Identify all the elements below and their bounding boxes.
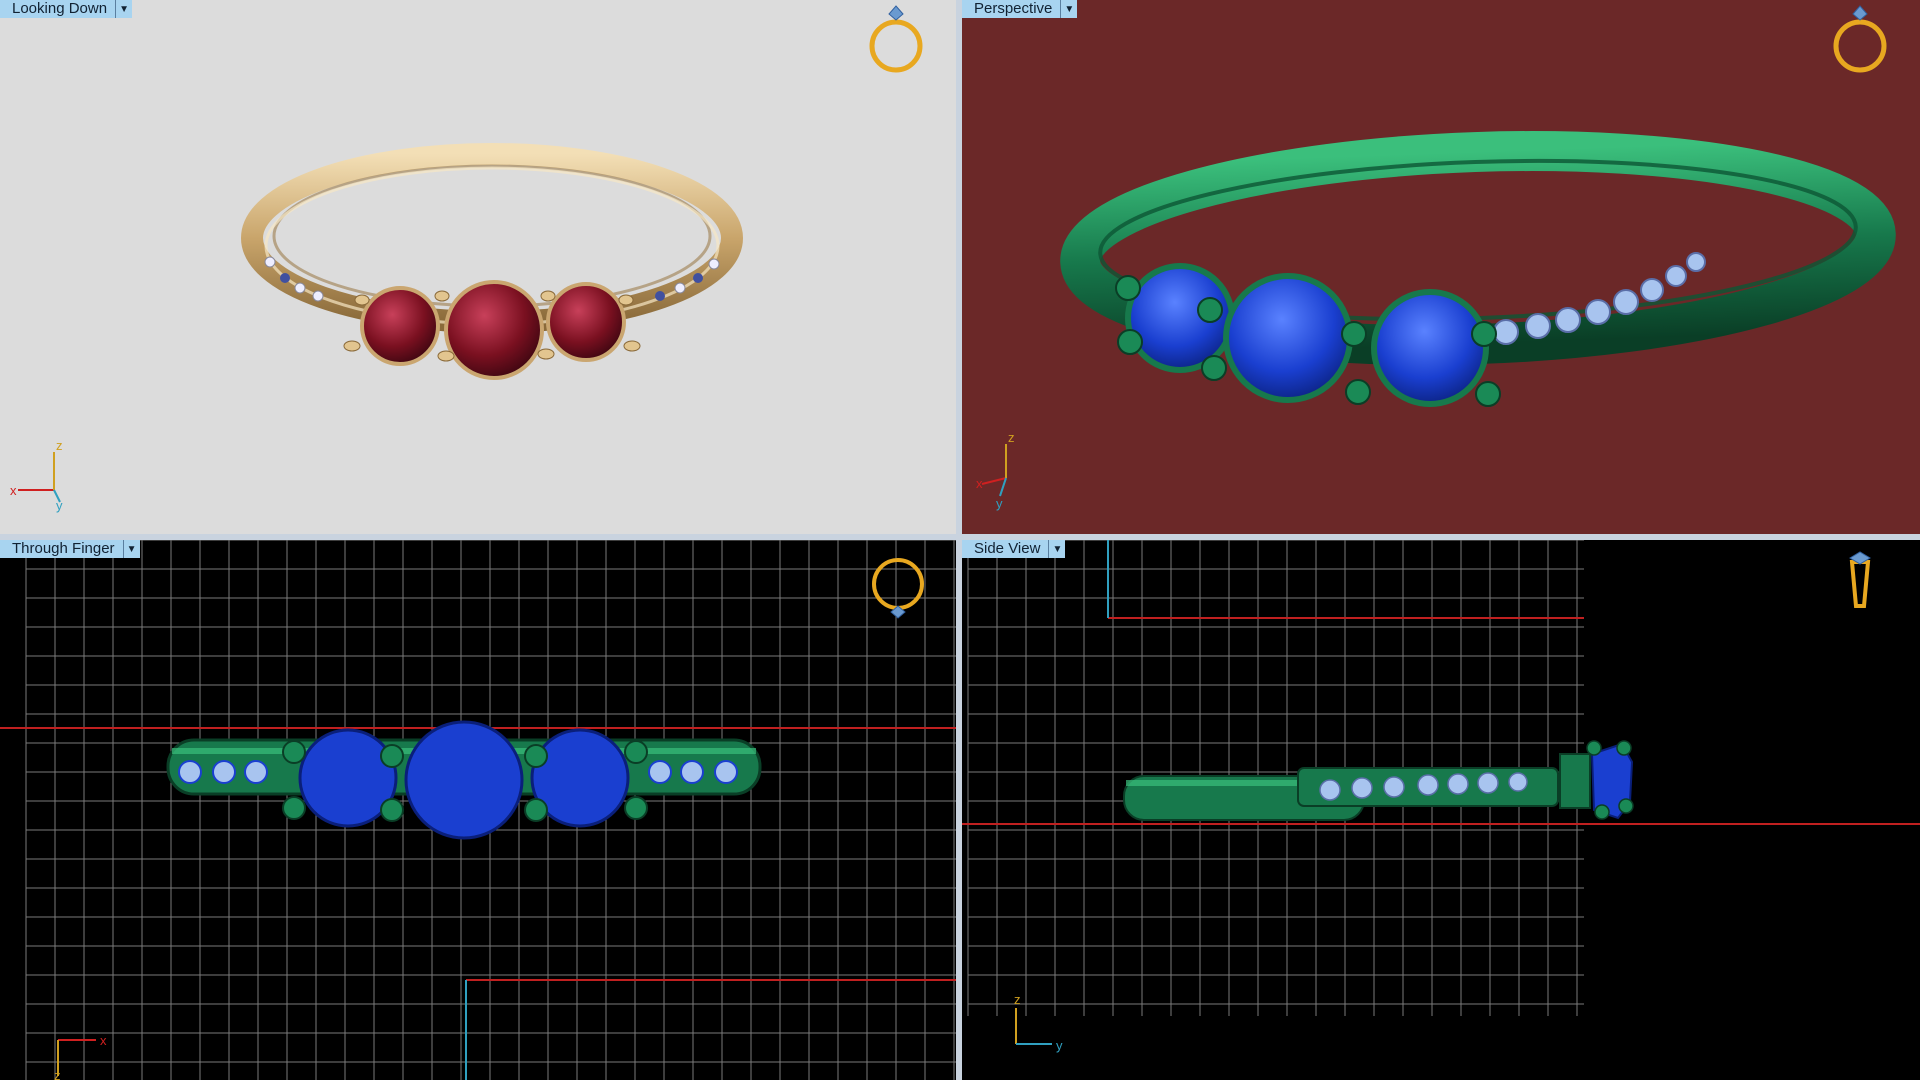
viewport-canvas[interactable]: x z: [0, 540, 956, 1080]
viewport-label-side-view[interactable]: Side View ▼: [962, 540, 1066, 558]
axis-z-label: z: [1008, 430, 1015, 445]
viewport-background: [962, 540, 1920, 1080]
viewport-canvas[interactable]: x z y: [962, 0, 1920, 534]
viewport-canvas[interactable]: z y: [962, 540, 1920, 1080]
axis-z-label: z: [56, 438, 63, 453]
viewport-title: Looking Down: [0, 0, 117, 18]
viewport-title: Side View: [962, 540, 1050, 558]
axis-x-label: x: [976, 476, 983, 491]
viewport-label-through-finger[interactable]: Through Finger ▼: [0, 540, 140, 558]
viewport-title: Perspective: [962, 0, 1062, 18]
viewport-label-perspective[interactable]: Perspective ▼: [962, 0, 1078, 18]
dropdown-arrow-icon[interactable]: ▼: [1061, 0, 1078, 18]
viewport-canvas[interactable]: x z y: [0, 0, 956, 534]
viewport-through-finger[interactable]: Through Finger ▼ x z: [0, 540, 956, 1080]
axis-y-label: y: [56, 498, 63, 513]
dropdown-arrow-icon[interactable]: ▼: [123, 540, 140, 558]
axis-y-label: y: [1056, 1038, 1063, 1053]
axis-z-label: z: [1014, 992, 1021, 1007]
dropdown-arrow-icon[interactable]: ▼: [1049, 540, 1066, 558]
dropdown-arrow-icon[interactable]: ▼: [116, 0, 133, 18]
viewport-splitter-horizontal[interactable]: [0, 534, 1920, 540]
axis-x-label: x: [10, 483, 17, 498]
viewport-title: Through Finger: [0, 540, 124, 558]
viewport-side-view[interactable]: Side View ▼ z y: [962, 540, 1920, 1080]
sapphire-setting: [1586, 740, 1634, 820]
viewport-background: [0, 0, 956, 534]
viewport-label-looking-down[interactable]: Looking Down ▼: [0, 0, 133, 18]
axis-z-label: z: [54, 1068, 61, 1080]
axis-y-label: y: [996, 496, 1003, 511]
viewport-perspective[interactable]: Perspective ▼ x z y: [962, 0, 1920, 534]
viewport-looking-down[interactable]: Looking Down ▼ x z y: [0, 0, 956, 534]
axis-x-label: x: [100, 1033, 107, 1048]
